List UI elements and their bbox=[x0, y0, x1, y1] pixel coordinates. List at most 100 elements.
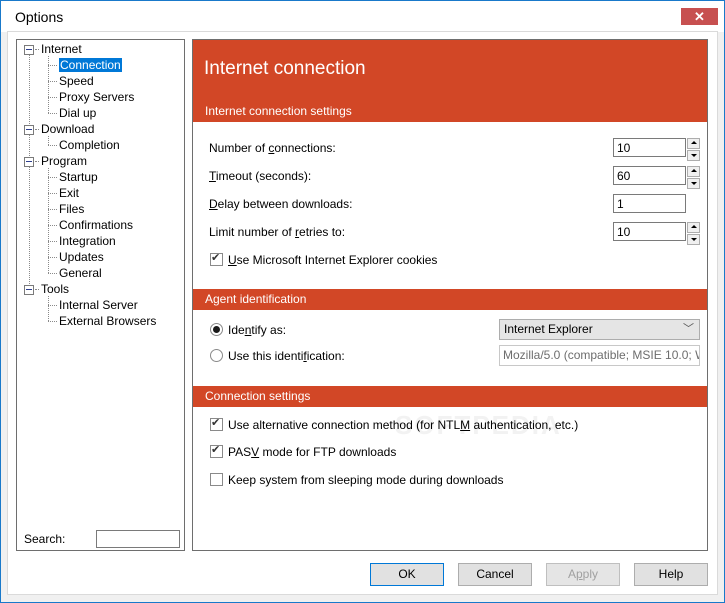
tree-item-proxy-servers[interactable]: Proxy Servers bbox=[59, 90, 134, 105]
timeout-label: Timeout (seconds): bbox=[209, 169, 312, 183]
user-agent-input[interactable]: Mozilla/5.0 (compatible; MSIE 10.0; Wind… bbox=[499, 345, 700, 366]
pasv-mode-checkbox[interactable] bbox=[210, 443, 223, 458]
tree-line bbox=[48, 257, 57, 258]
tree-item-completion[interactable]: Completion bbox=[59, 138, 120, 153]
tree-line bbox=[48, 241, 57, 242]
spin-up-icon[interactable] bbox=[687, 138, 700, 149]
retries-input[interactable]: 10 bbox=[613, 222, 686, 241]
section-header-internet-connection-settings: Internet connection settings bbox=[193, 101, 707, 122]
identify-as-label: Identify as: bbox=[228, 323, 287, 337]
window-title: Options bbox=[15, 9, 64, 25]
spin-down-icon[interactable] bbox=[687, 178, 700, 189]
tree-item-dial-up[interactable]: Dial up bbox=[59, 106, 96, 121]
timeout-spinner[interactable] bbox=[687, 166, 700, 189]
tree-item-connection[interactable]: Connection bbox=[59, 58, 122, 73]
collapse-icon[interactable] bbox=[24, 285, 34, 295]
tree-line bbox=[48, 321, 57, 322]
alt-connection-method-checkbox[interactable] bbox=[210, 416, 223, 431]
tree-line bbox=[48, 193, 57, 194]
use-this-identification-radio[interactable] bbox=[210, 349, 223, 362]
tree-line bbox=[35, 49, 39, 50]
tree-line bbox=[35, 289, 39, 290]
identify-as-radio[interactable] bbox=[210, 323, 223, 336]
tree-item-label: Program bbox=[41, 154, 88, 168]
collapse-icon[interactable] bbox=[24, 45, 34, 55]
ie-cookies-label: Use Microsoft Internet Explorer cookies bbox=[228, 253, 438, 267]
tree-line bbox=[48, 97, 57, 98]
help-button[interactable]: Help bbox=[634, 563, 708, 586]
keep-awake-checkbox[interactable] bbox=[210, 473, 223, 486]
tree-item-general[interactable]: General bbox=[59, 266, 102, 281]
tree-item-label: Speed bbox=[59, 74, 94, 88]
timeout-input[interactable]: 60 bbox=[613, 166, 686, 185]
spin-down-icon[interactable] bbox=[687, 150, 700, 161]
tree-item-files[interactable]: Files bbox=[59, 202, 84, 217]
tree-line bbox=[48, 209, 57, 210]
tree-item-updates[interactable]: Updates bbox=[59, 250, 104, 265]
delay-input[interactable]: 1 bbox=[613, 194, 686, 213]
tree-line bbox=[29, 52, 30, 292]
tree-line bbox=[48, 65, 57, 66]
tree-item-label: Startup bbox=[59, 170, 98, 184]
spin-up-icon[interactable] bbox=[687, 222, 700, 233]
ok-button[interactable]: OK bbox=[370, 563, 444, 586]
ie-cookies-checkbox[interactable] bbox=[210, 251, 223, 266]
tree-line bbox=[48, 225, 57, 226]
tree-item-label: General bbox=[59, 266, 102, 280]
tree-line bbox=[48, 81, 57, 82]
tree-item-label: Dial up bbox=[59, 106, 97, 120]
search-label: Search: bbox=[24, 532, 66, 546]
spin-down-icon[interactable] bbox=[687, 234, 700, 245]
tree-item-confirmations[interactable]: Confirmations bbox=[59, 218, 133, 233]
tree-item-startup[interactable]: Startup bbox=[59, 170, 98, 185]
cancel-button[interactable]: Cancel bbox=[458, 563, 532, 586]
apply-button[interactable]: Apply bbox=[546, 563, 620, 586]
tree-item-label: External Browsers bbox=[59, 314, 157, 328]
tree-item-speed[interactable]: Speed bbox=[59, 74, 94, 89]
tree-item-label: Internet bbox=[41, 42, 82, 56]
connections-spinner[interactable] bbox=[687, 138, 700, 161]
tree-item-label: Connection bbox=[59, 58, 122, 72]
tree-line bbox=[48, 296, 49, 321]
close-button[interactable]: ✕ bbox=[681, 8, 718, 25]
tree-item-program[interactable]: Program bbox=[41, 154, 87, 169]
tree-item-label: Files bbox=[59, 202, 85, 216]
connections-input[interactable]: 10 bbox=[613, 138, 686, 157]
tree-line bbox=[48, 305, 57, 306]
tree-item-label: Completion bbox=[59, 138, 120, 152]
tree-item-label: Download bbox=[41, 122, 95, 136]
tree-item-external-browsers[interactable]: External Browsers bbox=[59, 314, 156, 329]
keep-awake-label: Keep system from sleeping mode during do… bbox=[228, 473, 504, 487]
connections-label: Number of connections: bbox=[209, 141, 336, 155]
identify-as-select[interactable]: Internet Explorer ﹀ bbox=[499, 319, 700, 340]
tree-line bbox=[48, 273, 57, 274]
tree-item-tools[interactable]: Tools bbox=[41, 282, 69, 297]
section-header-connection-settings: Connection settings bbox=[193, 386, 707, 407]
section-header-agent-identification: Agent identification bbox=[193, 289, 707, 310]
alt-connection-method-label: Use alternative connection method (for N… bbox=[228, 418, 579, 432]
tree-item-internal-server[interactable]: Internal Server bbox=[59, 298, 138, 313]
tree-item-label: Internal Server bbox=[59, 298, 138, 312]
close-icon: ✕ bbox=[694, 9, 705, 24]
tree-item-label: Proxy Servers bbox=[59, 90, 135, 104]
retries-spinner[interactable] bbox=[687, 222, 700, 245]
collapse-icon[interactable] bbox=[24, 125, 34, 135]
tree-line bbox=[48, 136, 49, 145]
tree-item-exit[interactable]: Exit bbox=[59, 186, 79, 201]
collapse-icon[interactable] bbox=[24, 157, 34, 167]
pasv-mode-label: PASV mode for FTP downloads bbox=[228, 445, 397, 459]
tree-item-integration[interactable]: Integration bbox=[59, 234, 116, 249]
retries-label: Limit number of retries to: bbox=[209, 225, 346, 239]
tree-item-label: Exit bbox=[59, 186, 80, 200]
page-title: Internet connection bbox=[204, 58, 366, 79]
search-input[interactable] bbox=[96, 530, 180, 548]
chevron-down-icon: ﹀ bbox=[683, 323, 694, 335]
use-this-identification-label: Use this identification: bbox=[228, 349, 345, 363]
spin-up-icon[interactable] bbox=[687, 166, 700, 177]
tree-line bbox=[48, 177, 57, 178]
tree-line bbox=[48, 113, 57, 114]
tree-line bbox=[35, 129, 39, 130]
tree-item-internet[interactable]: Internet bbox=[41, 42, 82, 57]
tree-item-download[interactable]: Download bbox=[41, 122, 94, 137]
tree-item-label: Updates bbox=[59, 250, 104, 264]
